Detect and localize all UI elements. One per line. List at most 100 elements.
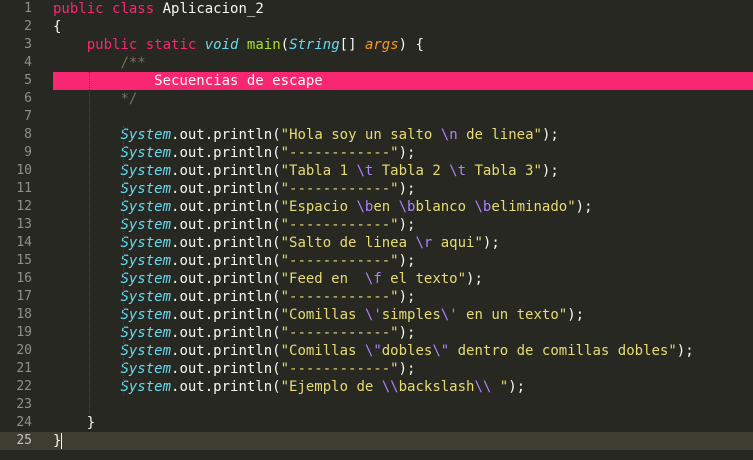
code-token: ) { (398, 37, 424, 53)
line-number: 9 (24, 145, 32, 160)
code-token: "------------" (280, 145, 399, 161)
code-token: ( (272, 127, 281, 143)
line-code: System.out.println("Comillas \"dobles\" … (53, 342, 693, 360)
code-token: .out.println( (171, 343, 281, 359)
line-code: System.out.println("------------"); (53, 252, 415, 270)
code-token: "Feed en (280, 271, 365, 287)
code-line[interactable]: 20 System.out.println("Comillas \"dobles… (0, 342, 753, 360)
code-token: */ (120, 91, 138, 107)
code-token: ); (541, 127, 559, 143)
code-token: .out.println( (171, 307, 281, 323)
code-line[interactable]: 24 } (0, 414, 753, 432)
line-code: System.out.println("------------"); (53, 288, 415, 306)
code-line[interactable]: 13 System.out.println("------------"); (0, 216, 753, 234)
code-token: System (120, 163, 172, 179)
code-token: ); (482, 235, 500, 251)
code-token: System (120, 181, 172, 197)
code-token: .out.println( (171, 235, 281, 251)
code-token: de linea" (457, 127, 542, 143)
code-token: println (213, 127, 273, 143)
code-token: \f (364, 271, 382, 287)
code-line[interactable]: 19 System.out.println("------------"); (0, 324, 753, 342)
code-line[interactable]: 3 public static void main(String[] args)… (0, 36, 753, 54)
line-code: System.out.println("Espacio \ben \bblanc… (53, 198, 592, 216)
code-line[interactable]: 10 System.out.println("Tabla 1 \t Tabla … (0, 162, 753, 180)
code-line[interactable]: 9 System.out.println("------------"); (0, 144, 753, 162)
code-line[interactable]: 23 (0, 396, 753, 414)
code-line[interactable]: 6 */ (0, 90, 753, 108)
line-number: 11 (16, 181, 32, 196)
line-number: 24 (16, 415, 32, 430)
code-token: System (120, 235, 172, 251)
code-token: System (120, 199, 172, 215)
code-token: { (53, 19, 62, 35)
code-line[interactable]: 7 (0, 108, 753, 126)
code-line[interactable]: 16 System.out.println("Feed en \f el tex… (0, 270, 753, 288)
code-line[interactable]: 5 Secuencias de escape (0, 72, 753, 90)
line-number: 10 (16, 163, 32, 178)
line-number: 2 (24, 19, 32, 34)
code-token: System (120, 217, 172, 233)
code-token: .out.println( (171, 379, 281, 395)
line-number: 22 (16, 379, 32, 394)
line-code: System.out.println("Salto de linea \r aq… (53, 234, 500, 252)
code-line[interactable]: 11 System.out.println("------------"); (0, 180, 753, 198)
line-number: 8 (24, 127, 32, 142)
line-number: 14 (16, 235, 32, 250)
code-token: System (120, 145, 172, 161)
code-editor[interactable]: 1 public class Aplicacion_2 2{3 public sta… (0, 0, 753, 460)
code-token: aqui" (432, 235, 483, 251)
code-token: Tabla 2 (373, 163, 450, 179)
line-code: { (53, 18, 61, 36)
line-number: 25 (16, 433, 32, 448)
code-line[interactable]: 2{ (0, 18, 753, 36)
code-token: "Tabla 1 (280, 163, 357, 179)
code-line[interactable]: 22 System.out.println("Ejemplo de \\back… (0, 378, 753, 396)
line-number: 4 (24, 55, 32, 70)
code-token: System (120, 361, 172, 377)
code-token: en (373, 199, 399, 215)
line-code: System.out.println("Hola soy un salto \n… (53, 126, 559, 144)
code-token: \b (356, 199, 374, 215)
line-number: 18 (16, 307, 32, 322)
code-token: Aplicacion_2 (154, 1, 264, 17)
line-number: 20 (16, 343, 32, 358)
code-token: . (204, 127, 214, 143)
line-code: System.out.println("Comillas \'simples\'… (53, 306, 584, 324)
code-token: .out.println( (171, 271, 281, 287)
code-token: ); (398, 217, 416, 233)
code-line[interactable]: 15 System.out.println("------------"); (0, 252, 753, 270)
code-line[interactable]: 4 /** (0, 54, 753, 72)
line-code: System.out.println("------------"); (53, 180, 415, 198)
code-token: String (289, 37, 340, 53)
code-line[interactable]: 21 System.out.println("------------"); (0, 360, 753, 378)
code-line[interactable]: 18 System.out.println("Comillas \'simple… (0, 306, 753, 324)
line-number: 23 (16, 397, 32, 412)
code-line[interactable]: 14 System.out.println("Salto de linea \r… (0, 234, 753, 252)
code-token: \r (415, 235, 433, 251)
line-code: public static void main(String[] args) { (53, 36, 424, 54)
code-token: "Comillas (280, 307, 365, 323)
code-token: void (204, 37, 239, 53)
code-token: System (120, 127, 172, 143)
code-token: "------------" (280, 289, 399, 305)
code-line[interactable]: 17 System.out.println("------------"); (0, 288, 753, 306)
code-token: blanco (415, 199, 475, 215)
code-line[interactable]: 25} (0, 432, 753, 450)
line-number: 21 (16, 361, 32, 376)
code-line[interactable]: 1 public class Aplicacion_2 (0, 0, 753, 18)
code-line[interactable]: 8 System.out.println("Hola soy un salto … (0, 126, 753, 144)
line-code: System.out.println("------------"); (53, 360, 415, 378)
code-line[interactable]: 12 System.out.println("Espacio \ben \bbl… (0, 198, 753, 216)
